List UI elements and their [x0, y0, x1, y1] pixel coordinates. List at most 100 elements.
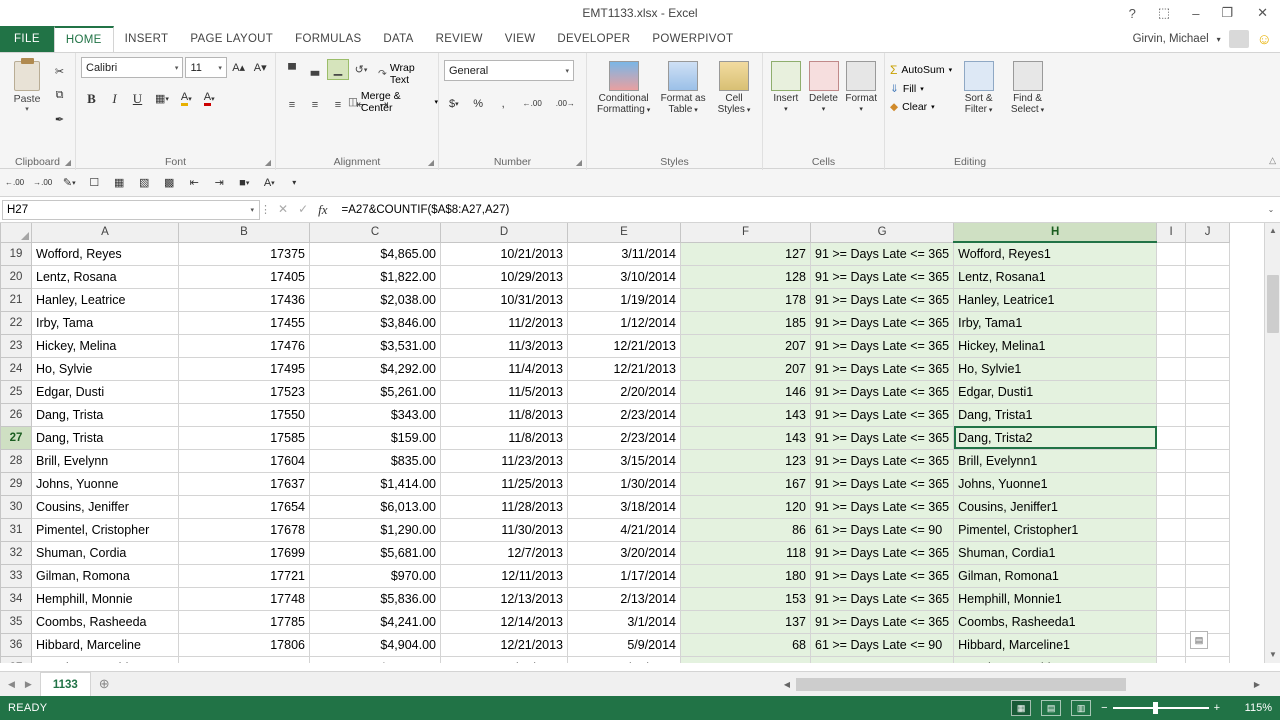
cell-E37[interactable]: 1/24/2014: [568, 656, 681, 663]
zoom-in-icon[interactable]: +: [1214, 702, 1220, 714]
cell-A36[interactable]: Hibbard, Marceline: [32, 633, 179, 656]
cell-J28[interactable]: [1186, 449, 1230, 472]
cell-J35[interactable]: [1186, 610, 1230, 633]
cell-A23[interactable]: Hickey, Melina: [32, 334, 179, 357]
cell-C20[interactable]: $1,822.00: [310, 265, 441, 288]
cell-B24[interactable]: 17495: [179, 357, 310, 380]
tab-file[interactable]: FILE: [0, 26, 54, 52]
cell-F27[interactable]: 143: [681, 426, 811, 449]
cell-A37[interactable]: Freedman, Kathlyn: [32, 656, 179, 663]
cell-F35[interactable]: 137: [681, 610, 811, 633]
cell-B34[interactable]: 17748: [179, 587, 310, 610]
scroll-up-icon[interactable]: ▲: [1265, 223, 1280, 239]
cell-C22[interactable]: $3,846.00: [310, 311, 441, 334]
cell-C29[interactable]: $1,414.00: [310, 472, 441, 495]
cell-B26[interactable]: 17550: [179, 403, 310, 426]
cell-B20[interactable]: 17405: [179, 265, 310, 288]
cell-H33[interactable]: Gilman, Romona1: [954, 564, 1157, 587]
wrap-text-button[interactable]: ↷ Wrap Text: [378, 59, 433, 86]
cell-G36[interactable]: 61 >= Days Late <= 90: [811, 633, 954, 656]
name-box[interactable]: H27 ▾: [2, 200, 260, 220]
cell-D28[interactable]: 11/23/2013: [441, 449, 568, 472]
cell-H21[interactable]: Hanley, Leatrice1: [954, 288, 1157, 311]
formula-input[interactable]: =A27&COUNTIF($A$8:A27,A27): [336, 204, 1262, 216]
cell-A28[interactable]: Brill, Evelynn: [32, 449, 179, 472]
cell-E29[interactable]: 1/30/2014: [568, 472, 681, 495]
cell-A24[interactable]: Ho, Sylvie: [32, 357, 179, 380]
cell-F28[interactable]: 123: [681, 449, 811, 472]
cell-F33[interactable]: 180: [681, 564, 811, 587]
cell-A32[interactable]: Shuman, Cordia: [32, 541, 179, 564]
zoom-level[interactable]: 115%: [1230, 702, 1272, 714]
tab-data[interactable]: DATA: [372, 26, 424, 52]
cell-I26[interactable]: [1157, 403, 1186, 426]
cell-F22[interactable]: 185: [681, 311, 811, 334]
column-header-I[interactable]: I: [1157, 223, 1186, 242]
font-dialog-launcher[interactable]: ◢: [265, 158, 271, 167]
select-all-corner[interactable]: [1, 223, 32, 242]
cell-E31[interactable]: 4/21/2014: [568, 518, 681, 541]
cell-I36[interactable]: [1157, 633, 1186, 656]
cell-H31[interactable]: Pimentel, Cristopher1: [954, 518, 1157, 541]
cell-E25[interactable]: 2/20/2014: [568, 380, 681, 403]
fill-button[interactable]: ⇓ Fill▾: [890, 83, 952, 95]
cell-B37[interactable]: 17829: [179, 656, 310, 663]
row-header-22[interactable]: 22: [1, 311, 32, 334]
cell-D29[interactable]: 11/25/2013: [441, 472, 568, 495]
cell-C33[interactable]: $970.00: [310, 564, 441, 587]
expand-formula-bar-icon[interactable]: ⌄: [1262, 205, 1280, 214]
zoom-slider[interactable]: − +: [1101, 702, 1220, 714]
cell-H37[interactable]: Freedman, Kathlyn1: [954, 656, 1157, 663]
cell-B35[interactable]: 17785: [179, 610, 310, 633]
cell-I29[interactable]: [1157, 472, 1186, 495]
cell-D26[interactable]: 11/8/2013: [441, 403, 568, 426]
row-header-32[interactable]: 32: [1, 541, 32, 564]
cell-F23[interactable]: 207: [681, 334, 811, 357]
cell-H24[interactable]: Ho, Sylvie1: [954, 357, 1157, 380]
scroll-left-icon[interactable]: ◀: [780, 677, 794, 692]
minimize-icon[interactable]: ‒: [1188, 6, 1203, 21]
qat-increase-decimal-icon[interactable]: ←.00: [2, 172, 27, 194]
decrease-decimal-button[interactable]: .00→: [551, 93, 580, 114]
cell-G31[interactable]: 61 >= Days Late <= 90: [811, 518, 954, 541]
cell-C34[interactable]: $5,836.00: [310, 587, 441, 610]
cell-C26[interactable]: $343.00: [310, 403, 441, 426]
row-header-36[interactable]: 36: [1, 633, 32, 656]
cell-I28[interactable]: [1157, 449, 1186, 472]
cell-D36[interactable]: 12/21/2013: [441, 633, 568, 656]
cell-J29[interactable]: [1186, 472, 1230, 495]
italic-button[interactable]: I: [104, 88, 125, 109]
cell-D27[interactable]: 11/8/2013: [441, 426, 568, 449]
cell-G27[interactable]: 91 >= Days Late <= 365: [811, 426, 954, 449]
bold-button[interactable]: B: [81, 88, 102, 109]
merge-center-button[interactable]: ◫ Merge & Center ▾: [348, 90, 438, 114]
cell-F21[interactable]: 178: [681, 288, 811, 311]
qat-font-color-icon[interactable]: A▾: [258, 172, 280, 194]
underline-button[interactable]: U: [127, 88, 148, 109]
horizontal-scrollbar[interactable]: ◀ ▶: [780, 677, 1264, 692]
cell-D33[interactable]: 12/11/2013: [441, 564, 568, 587]
conditional-formatting-button[interactable]: ConditionalFormatting ▾: [592, 57, 655, 170]
row-header-24[interactable]: 24: [1, 357, 32, 380]
number-dialog-launcher[interactable]: ◢: [576, 158, 582, 167]
horizontal-scroll-thumb[interactable]: [796, 678, 1126, 691]
cell-C21[interactable]: $2,038.00: [310, 288, 441, 311]
cell-B22[interactable]: 17455: [179, 311, 310, 334]
cell-G32[interactable]: 91 >= Days Late <= 365: [811, 541, 954, 564]
row-header-37[interactable]: 37: [1, 656, 32, 663]
column-header-D[interactable]: D: [441, 223, 568, 242]
cell-G19[interactable]: 91 >= Days Late <= 365: [811, 242, 954, 265]
zoom-out-icon[interactable]: −: [1101, 702, 1107, 714]
cell-H32[interactable]: Shuman, Cordia1: [954, 541, 1157, 564]
cell-F26[interactable]: 143: [681, 403, 811, 426]
insert-cells-button[interactable]: Insert ▾: [768, 57, 804, 170]
cell-H35[interactable]: Coombs, Rasheeda1: [954, 610, 1157, 633]
add-sheet-icon[interactable]: ⊕: [99, 676, 110, 692]
cell-D31[interactable]: 11/30/2013: [441, 518, 568, 541]
cell-E26[interactable]: 2/23/2014: [568, 403, 681, 426]
row-header-20[interactable]: 20: [1, 265, 32, 288]
cell-A30[interactable]: Cousins, Jeniffer: [32, 495, 179, 518]
cell-B27[interactable]: 17585: [179, 426, 310, 449]
cell-E28[interactable]: 3/15/2014: [568, 449, 681, 472]
currency-button[interactable]: $▾: [444, 93, 464, 114]
